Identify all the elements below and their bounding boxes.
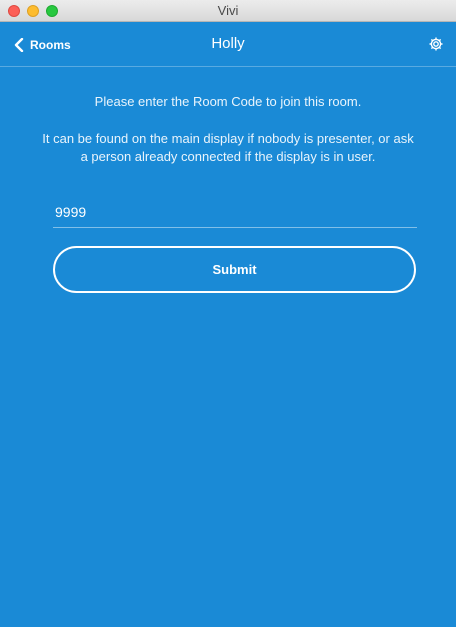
settings-button[interactable] (428, 36, 444, 52)
app-header: Rooms Holly (0, 23, 456, 67)
window-titlebar: Vivi (0, 0, 456, 22)
window-title: Vivi (217, 3, 239, 18)
room-title: Holly (211, 35, 245, 52)
room-code-prompt: Please enter the Room Code to join this … (94, 94, 362, 109)
room-code-input[interactable] (53, 196, 417, 228)
join-room-form: Please enter the Room Code to join this … (0, 68, 456, 627)
room-code-help-text: It can be found on the main display if n… (42, 131, 414, 164)
submit-button[interactable]: Submit (53, 246, 416, 293)
gear-icon (429, 37, 443, 51)
